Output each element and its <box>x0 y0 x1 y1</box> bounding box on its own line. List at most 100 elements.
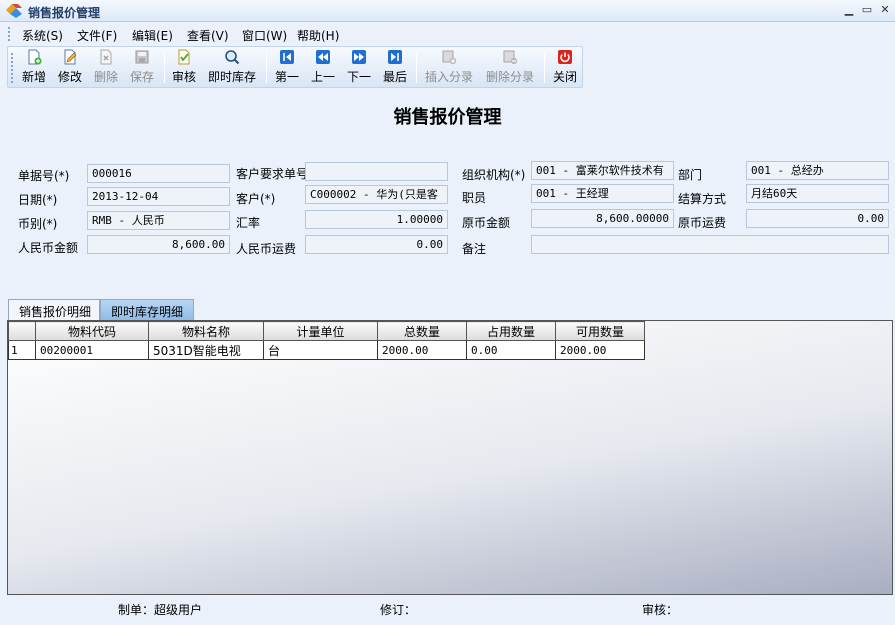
settle-label: 结算方式 <box>678 192 727 206</box>
new-button[interactable]: 新增 <box>20 49 48 87</box>
save-disk-icon <box>135 50 149 64</box>
toolbar-grip <box>11 53 14 83</box>
staff-field[interactable]: 001 - 王经理 <box>531 184 674 203</box>
maximize-icon[interactable]: ▭ <box>860 3 874 17</box>
magnifier-icon <box>225 50 240 65</box>
first-button[interactable]: 第一 <box>273 49 301 87</box>
last-record-icon <box>388 50 402 64</box>
column-header[interactable]: 物料代码 <box>35 321 149 341</box>
prev-button[interactable]: 上一 <box>309 49 337 87</box>
save-label: 保存 <box>129 70 154 84</box>
edit-pencil-icon <box>64 49 77 65</box>
delete-row-icon <box>503 50 518 65</box>
column-header[interactable]: 总数量 <box>377 321 467 341</box>
table-header-row: 物料代码 物料名称 计量单位 总数量 占用数量 可用数量 <box>8 321 645 341</box>
available-qty-cell[interactable]: 2000.00 <box>555 340 645 360</box>
material-name-cell[interactable]: 5031D智能电视 <box>148 340 264 360</box>
column-header[interactable]: 可用数量 <box>555 321 645 341</box>
occupied-qty-cell[interactable]: 0.00 <box>466 340 556 360</box>
table-row[interactable]: 1 00200001 5031D智能电视 台 2000.00 0.00 2000… <box>8 340 645 360</box>
rmb-freight-field[interactable]: 0.00 <box>305 235 448 254</box>
tab-quote-detail[interactable]: 销售报价明细 <box>8 299 100 320</box>
total-qty-cell[interactable]: 2000.00 <box>377 340 467 360</box>
page-title: 销售报价管理 <box>393 107 502 128</box>
menu-bar: 系统(S) 文件(F) 编辑(E) 查看(V) 窗口(W) 帮助(H) <box>0 22 895 46</box>
currency-label: 币别(*) <box>18 217 58 231</box>
tab-stock-detail[interactable]: 即时库存明细 <box>100 299 194 320</box>
insert-entry-button[interactable]: 插入分录 <box>424 49 474 87</box>
delete-button[interactable]: 删除 <box>92 49 120 87</box>
stock-table: 物料代码 物料名称 计量单位 总数量 占用数量 可用数量 1 00200001 … <box>8 321 645 360</box>
new-document-icon <box>28 49 42 65</box>
customer-req-no-field[interactable] <box>305 162 448 181</box>
title-bar: 销售报价管理 ▁ ▭ ✕ <box>0 0 895 22</box>
new-label: 新增 <box>21 70 46 84</box>
rate-field[interactable]: 1.00000 <box>305 210 448 229</box>
menu-window[interactable]: 窗口(W) <box>242 27 287 44</box>
close-button[interactable]: 关闭 <box>551 49 579 87</box>
next-record-icon <box>352 50 366 64</box>
audit-check-icon <box>178 49 190 65</box>
rate-label: 汇率 <box>236 216 261 230</box>
window-title: 销售报价管理 <box>28 6 101 20</box>
doc-no-field[interactable]: 000016 <box>87 164 230 183</box>
remark-field[interactable] <box>531 235 889 254</box>
toolbar: 新增 修改 删除 保存 审核 即时库存 第一 上一 下一 最后 插入分录 删除分… <box>7 46 583 88</box>
column-header[interactable]: 占用数量 <box>466 321 556 341</box>
footer-reviser: 修订： <box>380 603 417 617</box>
menu-help[interactable]: 帮助(H) <box>297 27 339 44</box>
toolbar-separator <box>416 53 417 83</box>
customer-req-no-label: 客户要求单号 <box>236 167 309 181</box>
org-field[interactable]: 001 - 富莱尔软件技术有 <box>531 161 674 180</box>
delete-entry-label: 删除分录 <box>485 70 534 84</box>
next-button[interactable]: 下一 <box>345 49 373 87</box>
dept-field[interactable]: 001 - 总经办 <box>746 161 889 180</box>
staff-label: 职员 <box>462 191 487 205</box>
close-icon[interactable]: ✕ <box>878 3 892 17</box>
audit-button[interactable]: 审核 <box>170 49 198 87</box>
customer-field[interactable]: C000002 - 华为(只是客 <box>305 185 448 204</box>
orig-amount-label: 原币金额 <box>462 216 511 230</box>
audit-label: 审核 <box>171 70 196 84</box>
column-header[interactable]: 物料名称 <box>148 321 264 341</box>
orig-freight-field[interactable]: 0.00 <box>746 209 889 228</box>
last-label: 最后 <box>382 70 407 84</box>
rmb-amount-field[interactable]: 8,600.00 <box>87 235 230 254</box>
menu-view[interactable]: 查看(V) <box>187 27 229 44</box>
previous-record-icon <box>316 50 330 64</box>
settle-field[interactable]: 月结60天 <box>746 184 889 203</box>
menu-file[interactable]: 文件(F) <box>77 27 117 44</box>
stock-detail-grid[interactable]: 物料代码 物料名称 计量单位 总数量 占用数量 可用数量 1 00200001 … <box>7 320 893 595</box>
next-label: 下一 <box>346 70 371 84</box>
remark-label: 备注 <box>462 242 487 256</box>
prev-label: 上一 <box>310 70 335 84</box>
minimize-icon[interactable]: ▁ <box>842 3 856 17</box>
orig-amount-field[interactable]: 8,600.00000 <box>531 209 674 228</box>
edit-label: 修改 <box>57 70 82 84</box>
menu-system[interactable]: 系统(S) <box>22 27 63 44</box>
delete-entry-button[interactable]: 删除分录 <box>484 49 536 87</box>
insert-row-icon <box>442 50 457 65</box>
delete-icon <box>100 49 112 65</box>
save-button[interactable]: 保存 <box>128 49 156 87</box>
toolbar-separator <box>266 53 267 83</box>
column-header[interactable]: 计量单位 <box>263 321 378 341</box>
material-code-cell[interactable]: 00200001 <box>35 340 149 360</box>
doc-no-label: 单据号(*) <box>18 169 70 183</box>
currency-field[interactable]: RMB - 人民币 <box>87 211 230 230</box>
stock-label: 即时库存 <box>207 70 256 84</box>
edit-button[interactable]: 修改 <box>56 49 84 87</box>
unit-cell[interactable]: 台 <box>263 340 378 360</box>
menu-grip <box>8 27 12 41</box>
date-label: 日期(*) <box>18 193 58 207</box>
orig-freight-label: 原币运费 <box>678 216 727 230</box>
menu-edit[interactable]: 编辑(E) <box>132 27 173 44</box>
date-field[interactable]: 2013-12-04 <box>87 187 230 206</box>
row-number-header <box>8 321 36 341</box>
app-logo-icon <box>6 4 22 18</box>
footer-maker: 制单：超级用户 <box>118 603 203 617</box>
insert-entry-label: 插入分录 <box>424 70 473 84</box>
last-button[interactable]: 最后 <box>381 49 409 87</box>
first-record-icon <box>280 50 294 64</box>
stock-button[interactable]: 即时库存 <box>206 49 258 87</box>
